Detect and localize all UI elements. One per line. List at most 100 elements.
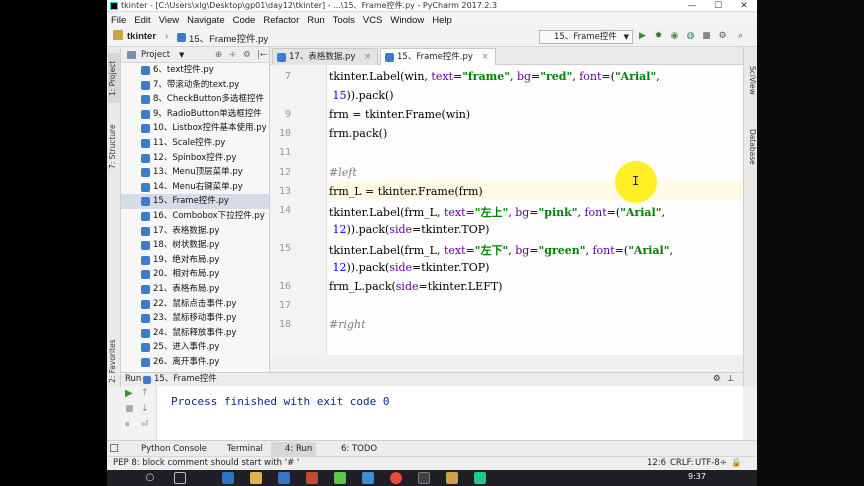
project-file-item[interactable]: 17、表格数据.py [121,224,269,239]
clock[interactable]: 9:37 [688,472,706,481]
up-arrow-icon[interactable]: ↑ [141,388,149,398]
project-file-item[interactable]: 6、text控件.py [121,63,269,78]
structure-tool-tab[interactable]: 7: Structure [108,117,120,177]
code-line[interactable]: frm_L = tkinter.Frame(frm) [329,185,483,198]
caret-position[interactable]: 12:6 [647,457,666,470]
project-file-item[interactable]: 16、Combobox下拉控件.py [121,209,269,224]
menu-edit[interactable]: Edit [130,15,154,26]
project-file-item[interactable]: 18、树状数据.py [121,238,269,253]
app-icon[interactable] [306,472,318,484]
profile-icon[interactable]: ◍ [685,31,696,42]
project-file-item[interactable]: 14、Menu右键菜单.py [121,180,269,195]
run-config-select[interactable]: 15、Frame控件 ▼ [539,30,633,44]
todo-tab[interactable]: 6: TODO [327,442,377,456]
code-line[interactable]: tkinter.Label(frm_L, text="左下", bg="gree… [329,242,673,258]
menu-run[interactable]: Run [303,15,328,26]
menu-vcs[interactable]: VCS [359,15,387,26]
minimize-button[interactable]: — [679,1,705,11]
menu-refactor[interactable]: Refactor [259,15,303,26]
chevron-down-icon[interactable]: ▼ [179,47,184,63]
run-tab[interactable]: 4: Run [271,442,317,456]
menu-window[interactable]: Window [386,15,428,26]
close-tab-icon[interactable]: × [364,52,371,62]
search-icon[interactable]: ⌕ [735,31,746,42]
settings-icon[interactable]: ⚙ [713,373,721,386]
maximize-button[interactable]: ☐ [705,1,731,11]
menu-help[interactable]: Help [428,15,456,26]
tab-table-data[interactable]: 17、表格数据.py × [272,48,379,65]
code-editor[interactable]: I S 英 ·, ☺ 🎤 ⌨ 👕 ▦ 🔧 tkinter.Label(win, … [327,65,743,355]
layout-icon[interactable] [110,444,118,452]
project-file-item[interactable]: 8、CheckButton多选框控件 [121,92,269,107]
menu-code[interactable]: Code [229,15,260,26]
file-encoding[interactable]: UTF-8÷ [695,457,727,470]
stop-icon[interactable]: ■ [701,31,712,42]
vscode-icon[interactable] [362,472,374,484]
settings-icon[interactable]: ⚙ [717,31,728,42]
code-line[interactable]: #left [329,166,357,179]
sciview-tool-tab[interactable]: SciView [745,55,757,105]
project-file-item[interactable]: 21、表格布局.py [121,282,269,297]
wrap-icon[interactable]: ⏎ [141,420,149,430]
project-file-item[interactable]: 23、鼠标移动事件.py [121,311,269,326]
close-button[interactable]: ✕ [731,1,757,11]
app-icon[interactable] [446,472,458,484]
menu-tools[interactable]: Tools [329,15,359,26]
rerun-icon[interactable]: ▶ [125,388,133,399]
sync-icon[interactable]: ⊕ [215,47,222,63]
code-line[interactable]: frm_L.pack(side=tkinter.LEFT) [329,280,502,293]
project-file-item[interactable]: 19、绝对布局.py [121,253,269,268]
store-icon[interactable] [278,472,290,484]
project-file-item[interactable]: 10、Listbox控件基本使用.py [121,121,269,136]
project-file-item[interactable]: 26、离开事件.py [121,355,269,370]
favorites-tool-tab[interactable]: 2: Favorites [108,339,120,384]
project-file-item[interactable]: 13、Menu顶层菜单.py [121,165,269,180]
debug-icon[interactable]: ✹ [653,31,664,42]
project-file-item[interactable]: 25、进入事件.py [121,340,269,355]
database-tool-tab[interactable]: Database [745,127,757,167]
tab-frame-widget[interactable]: 15、Frame控件.py × [380,48,496,65]
project-file-item[interactable]: 12、Spinbox控件.py [121,151,269,166]
line-separator[interactable]: CRLF: [670,457,694,470]
code-line[interactable]: tkinter.Label(win, text="frame", bg="red… [329,70,660,83]
python-console-tab[interactable]: Python Console [127,442,207,456]
app-icon[interactable] [418,472,430,484]
hide-icon[interactable]: ⊥ [727,373,734,386]
file-explorer-icon[interactable] [250,472,262,484]
down-arrow-icon[interactable]: ↓ [141,404,149,414]
code-line[interactable]: frm.pack() [329,127,387,140]
project-panel-title[interactable]: Project [141,50,170,60]
app-icon[interactable] [334,472,346,484]
close-tab-icon[interactable]: × [482,52,489,62]
gear-icon[interactable]: ⚙ [243,47,251,63]
run-config-name[interactable]: 15、Frame控件 [154,373,217,386]
project-file-item[interactable]: 15、Frame控件.py [121,194,269,209]
breadcrumb-file[interactable]: 15、Frame控件.py [189,31,268,45]
project-file-item[interactable]: 20、相对布局.py [121,267,269,282]
edge-icon[interactable] [222,472,234,484]
terminal-tab[interactable]: Terminal [213,442,263,456]
chrome-icon[interactable] [390,472,402,484]
stop-icon[interactable]: ■ [125,404,134,414]
project-file-item[interactable]: 7、带滚动条的text.py [121,78,269,93]
search-icon[interactable]: ○ [144,472,156,484]
coverage-icon[interactable]: ◉ [669,31,680,42]
project-file-item[interactable]: 24、鼠标释放事件.py [121,326,269,341]
menu-navigate[interactable]: Navigate [183,15,229,26]
code-line[interactable]: tkinter.Label(frm_L, text="左上", bg="pink… [329,204,665,220]
breadcrumb-project[interactable]: tkinter [127,31,156,42]
lock-icon[interactable]: 🔒 [731,457,742,470]
code-line[interactable]: 12)).pack(side=tkinter.TOP) [329,261,490,274]
collapse-icon[interactable]: ÷ [229,47,236,63]
code-line[interactable]: #right [329,318,366,331]
project-tool-tab[interactable]: 1: Project [108,53,120,103]
project-file-item[interactable]: 9、RadioButton单选框控件 [121,107,269,122]
code-line[interactable]: 12)).pack(side=tkinter.TOP) [329,223,490,236]
project-file-item[interactable]: 11、Scale控件.py [121,136,269,151]
task-view-icon[interactable] [174,472,186,484]
code-line[interactable]: frm = tkinter.Frame(win) [329,108,470,121]
pause-icon[interactable]: ⏸ [125,420,130,430]
pycharm-taskbar-icon[interactable] [474,472,486,484]
hide-icon[interactable]: |← [257,47,267,63]
menu-view[interactable]: View [155,15,183,26]
